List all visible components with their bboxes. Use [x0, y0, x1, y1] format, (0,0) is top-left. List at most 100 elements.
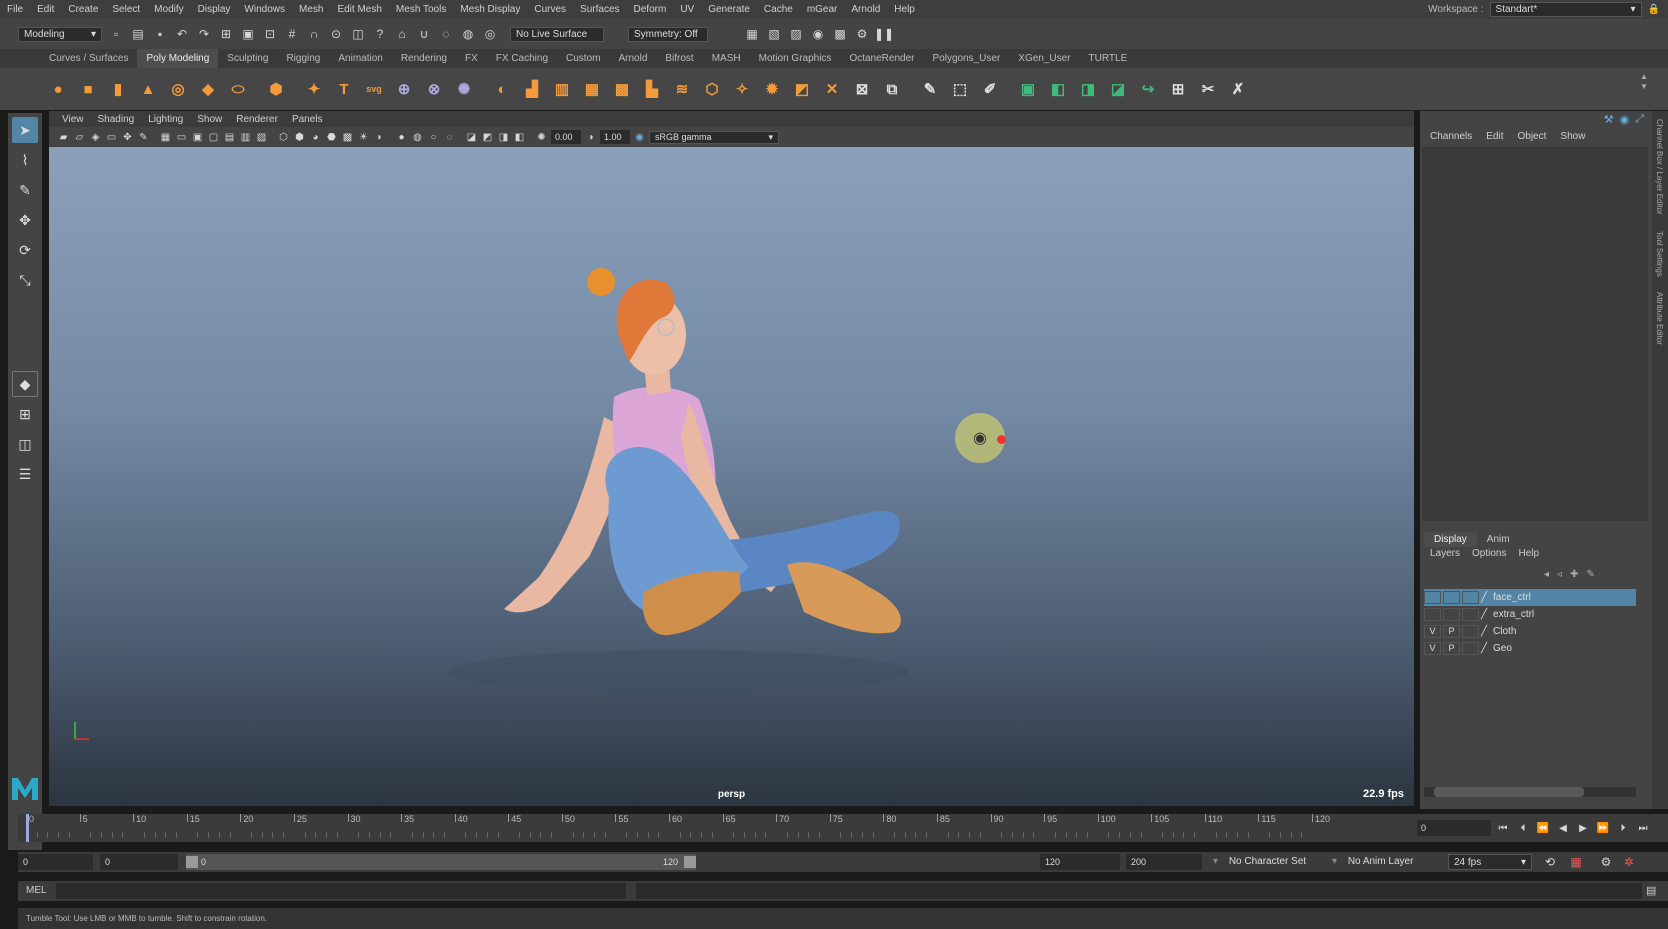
layer-visibility-toggle[interactable]: V: [1424, 625, 1441, 638]
play-backward-icon[interactable]: ◀: [1555, 820, 1571, 836]
move-tool-icon[interactable]: ✥: [12, 207, 38, 233]
menu-surfaces[interactable]: Surfaces: [573, 4, 626, 15]
two-d-pan-icon[interactable]: ✥: [121, 131, 134, 144]
new-layer-selected-icon[interactable]: ✎: [1586, 569, 1594, 580]
hypershade-icon[interactable]: ◉: [810, 26, 826, 42]
shelf-tab-sculpting[interactable]: Sculpting: [218, 49, 277, 68]
multi-cut-icon[interactable]: ✧: [730, 77, 754, 101]
gamma-field[interactable]: 1.00: [600, 130, 630, 144]
symmetry-dropdown[interactable]: Symmetry: Off: [628, 26, 708, 42]
layer-row[interactable]: ╱ face_ctrl: [1424, 589, 1636, 606]
motion-blur-icon[interactable]: ◍: [411, 131, 424, 144]
expand-icon[interactable]: ⤢: [1635, 113, 1644, 126]
poly-sphere-icon[interactable]: ●: [46, 77, 70, 101]
super-shape-icon[interactable]: ✦: [302, 77, 326, 101]
open-scene-icon[interactable]: ▤: [130, 26, 146, 42]
wireframe-icon[interactable]: ⬡: [277, 131, 290, 144]
select-hierarchy-icon[interactable]: ⊞: [218, 26, 234, 42]
panel-menu-panels[interactable]: Panels: [285, 114, 330, 125]
menu-display[interactable]: Display: [191, 4, 238, 15]
channel-box-menu-object[interactable]: Object: [1518, 131, 1547, 142]
layer-tab-anim[interactable]: Anim: [1477, 532, 1520, 547]
render-frame-icon[interactable]: ▦: [744, 26, 760, 42]
use-lights-icon[interactable]: ☀: [357, 131, 370, 144]
exposure-icon[interactable]: ✺: [535, 131, 548, 144]
smooth-icon[interactable]: ✺: [452, 77, 476, 101]
resolution-gate-icon[interactable]: ▣: [191, 131, 204, 144]
menu-uv[interactable]: UV: [673, 4, 701, 15]
single-pane-layout-icon[interactable]: ◆: [12, 371, 38, 397]
lasso-icon[interactable]: ◌: [438, 26, 454, 42]
image-plane-icon[interactable]: ▭: [105, 131, 118, 144]
move-layer-up-icon[interactable]: ◂: [1544, 569, 1549, 580]
panel-menu-lighting[interactable]: Lighting: [141, 114, 190, 125]
poly-plane-icon[interactable]: ◆: [196, 77, 220, 101]
step-back-key-icon[interactable]: ⏪: [1535, 820, 1551, 836]
collapse-icon[interactable]: ◩: [790, 77, 814, 101]
shelf-tab-xgen-user[interactable]: XGen_User: [1009, 49, 1079, 68]
boolean-icon[interactable]: ◐: [490, 77, 514, 101]
wireframe-on-shaded-icon[interactable]: ⬣: [325, 131, 338, 144]
layer-visibility-toggle[interactable]: [1424, 591, 1441, 604]
menu-edit-mesh[interactable]: Edit Mesh: [330, 4, 388, 15]
play-forward-icon[interactable]: ▶: [1575, 820, 1591, 836]
time-slider[interactable]: 0 5 10 15 20 25 30 35 40 45 50 55 60 65 70 75 80 85 90 95 10…: [18, 814, 1415, 842]
separate-icon[interactable]: ⊗: [422, 77, 446, 101]
fill-hole-icon[interactable]: ≋: [670, 77, 694, 101]
go-to-end-icon[interactable]: ⏭: [1635, 820, 1651, 836]
layer-menu-layers[interactable]: Layers: [1430, 548, 1460, 559]
poly-platonic-icon[interactable]: ⬢: [264, 77, 288, 101]
menu-mesh-tools[interactable]: Mesh Tools: [389, 4, 453, 15]
new-layer-icon[interactable]: ✚: [1570, 569, 1578, 580]
poly-cube-icon[interactable]: ■: [76, 77, 100, 101]
shelf-tab-mash[interactable]: MASH: [703, 49, 750, 68]
camera-attributes-icon[interactable]: ▱: [73, 131, 86, 144]
menu-select[interactable]: Select: [105, 4, 147, 15]
shelf-scroll[interactable]: ▲ ▼: [1640, 72, 1648, 92]
layer-visibility-toggle[interactable]: V: [1424, 642, 1441, 655]
snap-point-icon[interactable]: ⊙: [328, 26, 344, 42]
bridge-icon[interactable]: ▥: [550, 77, 574, 101]
panel-menu-view[interactable]: View: [55, 114, 91, 125]
gate-mask-icon[interactable]: ▢: [207, 131, 220, 144]
camera-icon[interactable]: ▰: [57, 131, 70, 144]
new-scene-icon[interactable]: ▫: [108, 26, 124, 42]
snap-surface-icon[interactable]: ◫: [350, 26, 366, 42]
menu-file[interactable]: File: [0, 4, 30, 15]
uv-planar-icon[interactable]: ◨: [1076, 77, 1100, 101]
shelf-tab-polygons-user[interactable]: Polygons_User: [923, 49, 1009, 68]
layer-scrollbar[interactable]: [1424, 787, 1636, 797]
film-gate-icon[interactable]: ▭: [175, 131, 188, 144]
field-chart-icon[interactable]: ▤: [223, 131, 236, 144]
ipr-render-icon[interactable]: ▧: [766, 26, 782, 42]
pause-icon[interactable]: ❚❚: [874, 26, 894, 42]
range-handle-start[interactable]: [186, 856, 198, 868]
bevel-icon[interactable]: ▦: [580, 77, 604, 101]
mel-input[interactable]: [56, 883, 626, 899]
uv-editor-icon[interactable]: ⊞: [1166, 77, 1190, 101]
snap-curve-icon[interactable]: ∩: [306, 26, 322, 42]
select-component-icon[interactable]: ⊡: [262, 26, 278, 42]
uv-unfold-icon[interactable]: ▣: [1016, 77, 1040, 101]
combine-icon[interactable]: ⊕: [392, 77, 416, 101]
merge-icon[interactable]: ✹: [760, 77, 784, 101]
color-space-dropdown[interactable]: sRGB gamma ▾: [649, 130, 779, 144]
grease-pencil-icon[interactable]: ✎: [137, 131, 150, 144]
end-time-field[interactable]: 200: [1126, 854, 1202, 870]
playback-speed-icon[interactable]: ✲: [1621, 854, 1637, 870]
auto-key-icon[interactable]: ▦: [1568, 854, 1584, 870]
poly-disc-icon[interactable]: ⬭: [226, 77, 250, 101]
shelf-tab-fx[interactable]: FX: [456, 49, 487, 68]
step-forward-key-icon[interactable]: ⏩: [1595, 820, 1611, 836]
shelf-tab-rendering[interactable]: Rendering: [392, 49, 456, 68]
svg-icon[interactable]: svg: [362, 77, 386, 101]
isolate-select-icon[interactable]: ◪: [465, 131, 478, 144]
start-time-field[interactable]: 0: [18, 854, 93, 870]
snap-grid-icon[interactable]: #: [284, 26, 300, 42]
scrollbar-thumb[interactable]: [1434, 787, 1584, 797]
exposure-field[interactable]: 0.00: [551, 130, 581, 144]
layer-row[interactable]: V P ╱ Cloth: [1424, 623, 1636, 640]
playback-start-field[interactable]: 0: [100, 854, 178, 870]
live-surface-field[interactable]: No Live Surface: [510, 26, 604, 42]
menu-help[interactable]: Help: [887, 4, 922, 15]
